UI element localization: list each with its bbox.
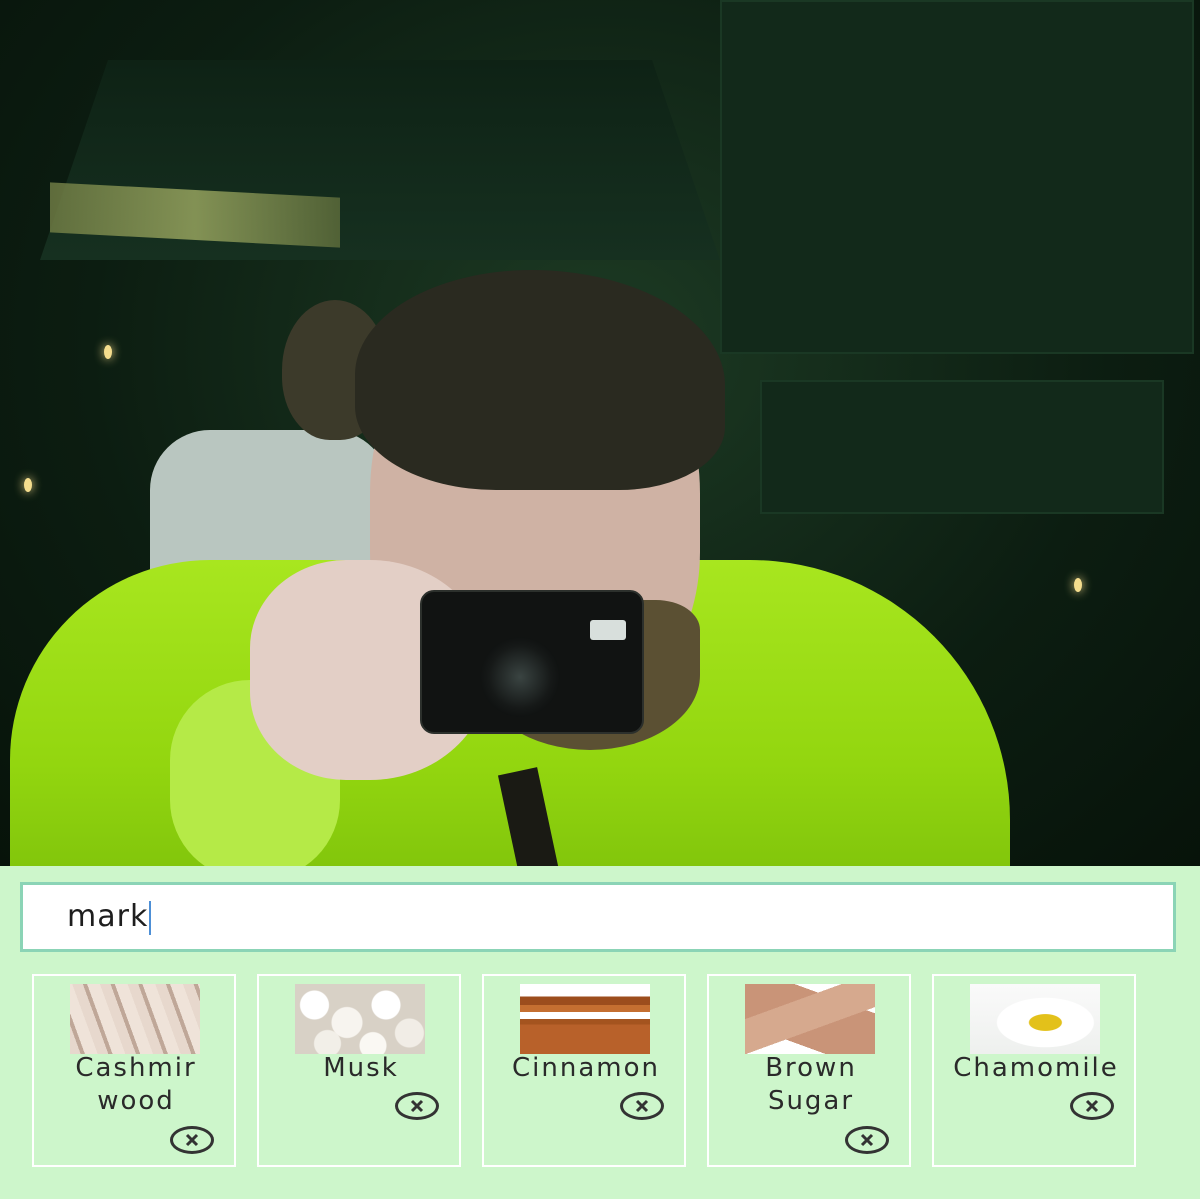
ingredient-list: Cashmir wood Musk Cinnamon Brown Sugar C… — [32, 974, 1172, 1169]
cinnamon-sticks-image — [520, 984, 650, 1054]
candle-light — [104, 345, 112, 359]
ingredient-card-chamomile[interactable]: Chamomile — [932, 974, 1136, 1167]
close-circle-icon — [1085, 1099, 1099, 1113]
remove-ingredient-button[interactable] — [395, 1092, 439, 1120]
cashmere-fabric-image — [70, 984, 200, 1054]
search-input-value: mark — [67, 899, 152, 935]
remove-ingredient-button[interactable] — [845, 1126, 889, 1154]
candle-light — [24, 478, 32, 492]
musk-crystals-image — [295, 984, 425, 1054]
remove-ingredient-button[interactable] — [1070, 1092, 1114, 1120]
ingredient-card-cashmir-wood[interactable]: Cashmir wood — [32, 974, 236, 1167]
close-circle-icon — [860, 1133, 874, 1147]
close-circle-icon — [410, 1099, 424, 1113]
kitchen-cabinet — [760, 380, 1164, 514]
close-circle-icon — [185, 1133, 199, 1147]
remove-ingredient-button[interactable] — [620, 1092, 664, 1120]
ingredient-card-brown-sugar[interactable]: Brown Sugar — [707, 974, 911, 1167]
brown-sugar-cubes-image — [745, 984, 875, 1054]
man-hair — [355, 270, 725, 490]
scent-picker-panel: mark Cashmir wood Musk Cinnamon Brown Su… — [0, 866, 1200, 1199]
camera-lens — [480, 637, 560, 717]
screen: mark Cashmir wood Musk Cinnamon Brown Su… — [0, 0, 1200, 1199]
close-circle-icon — [635, 1099, 649, 1113]
camera-flash — [590, 620, 626, 640]
ingredient-card-cinnamon[interactable]: Cinnamon — [482, 974, 686, 1167]
kitchen-cabinet — [720, 0, 1194, 354]
chamomile-flower-image — [970, 984, 1100, 1054]
candle-light — [1074, 578, 1082, 592]
photo-man-with-camera — [0, 0, 1200, 866]
text-caret — [149, 900, 152, 935]
remove-ingredient-button[interactable] — [170, 1126, 214, 1154]
ingredient-label: Chamomile — [953, 1053, 1119, 1083]
search-input[interactable]: mark — [20, 882, 1176, 952]
ingredient-card-musk[interactable]: Musk — [257, 974, 461, 1167]
film-camera — [420, 590, 644, 734]
